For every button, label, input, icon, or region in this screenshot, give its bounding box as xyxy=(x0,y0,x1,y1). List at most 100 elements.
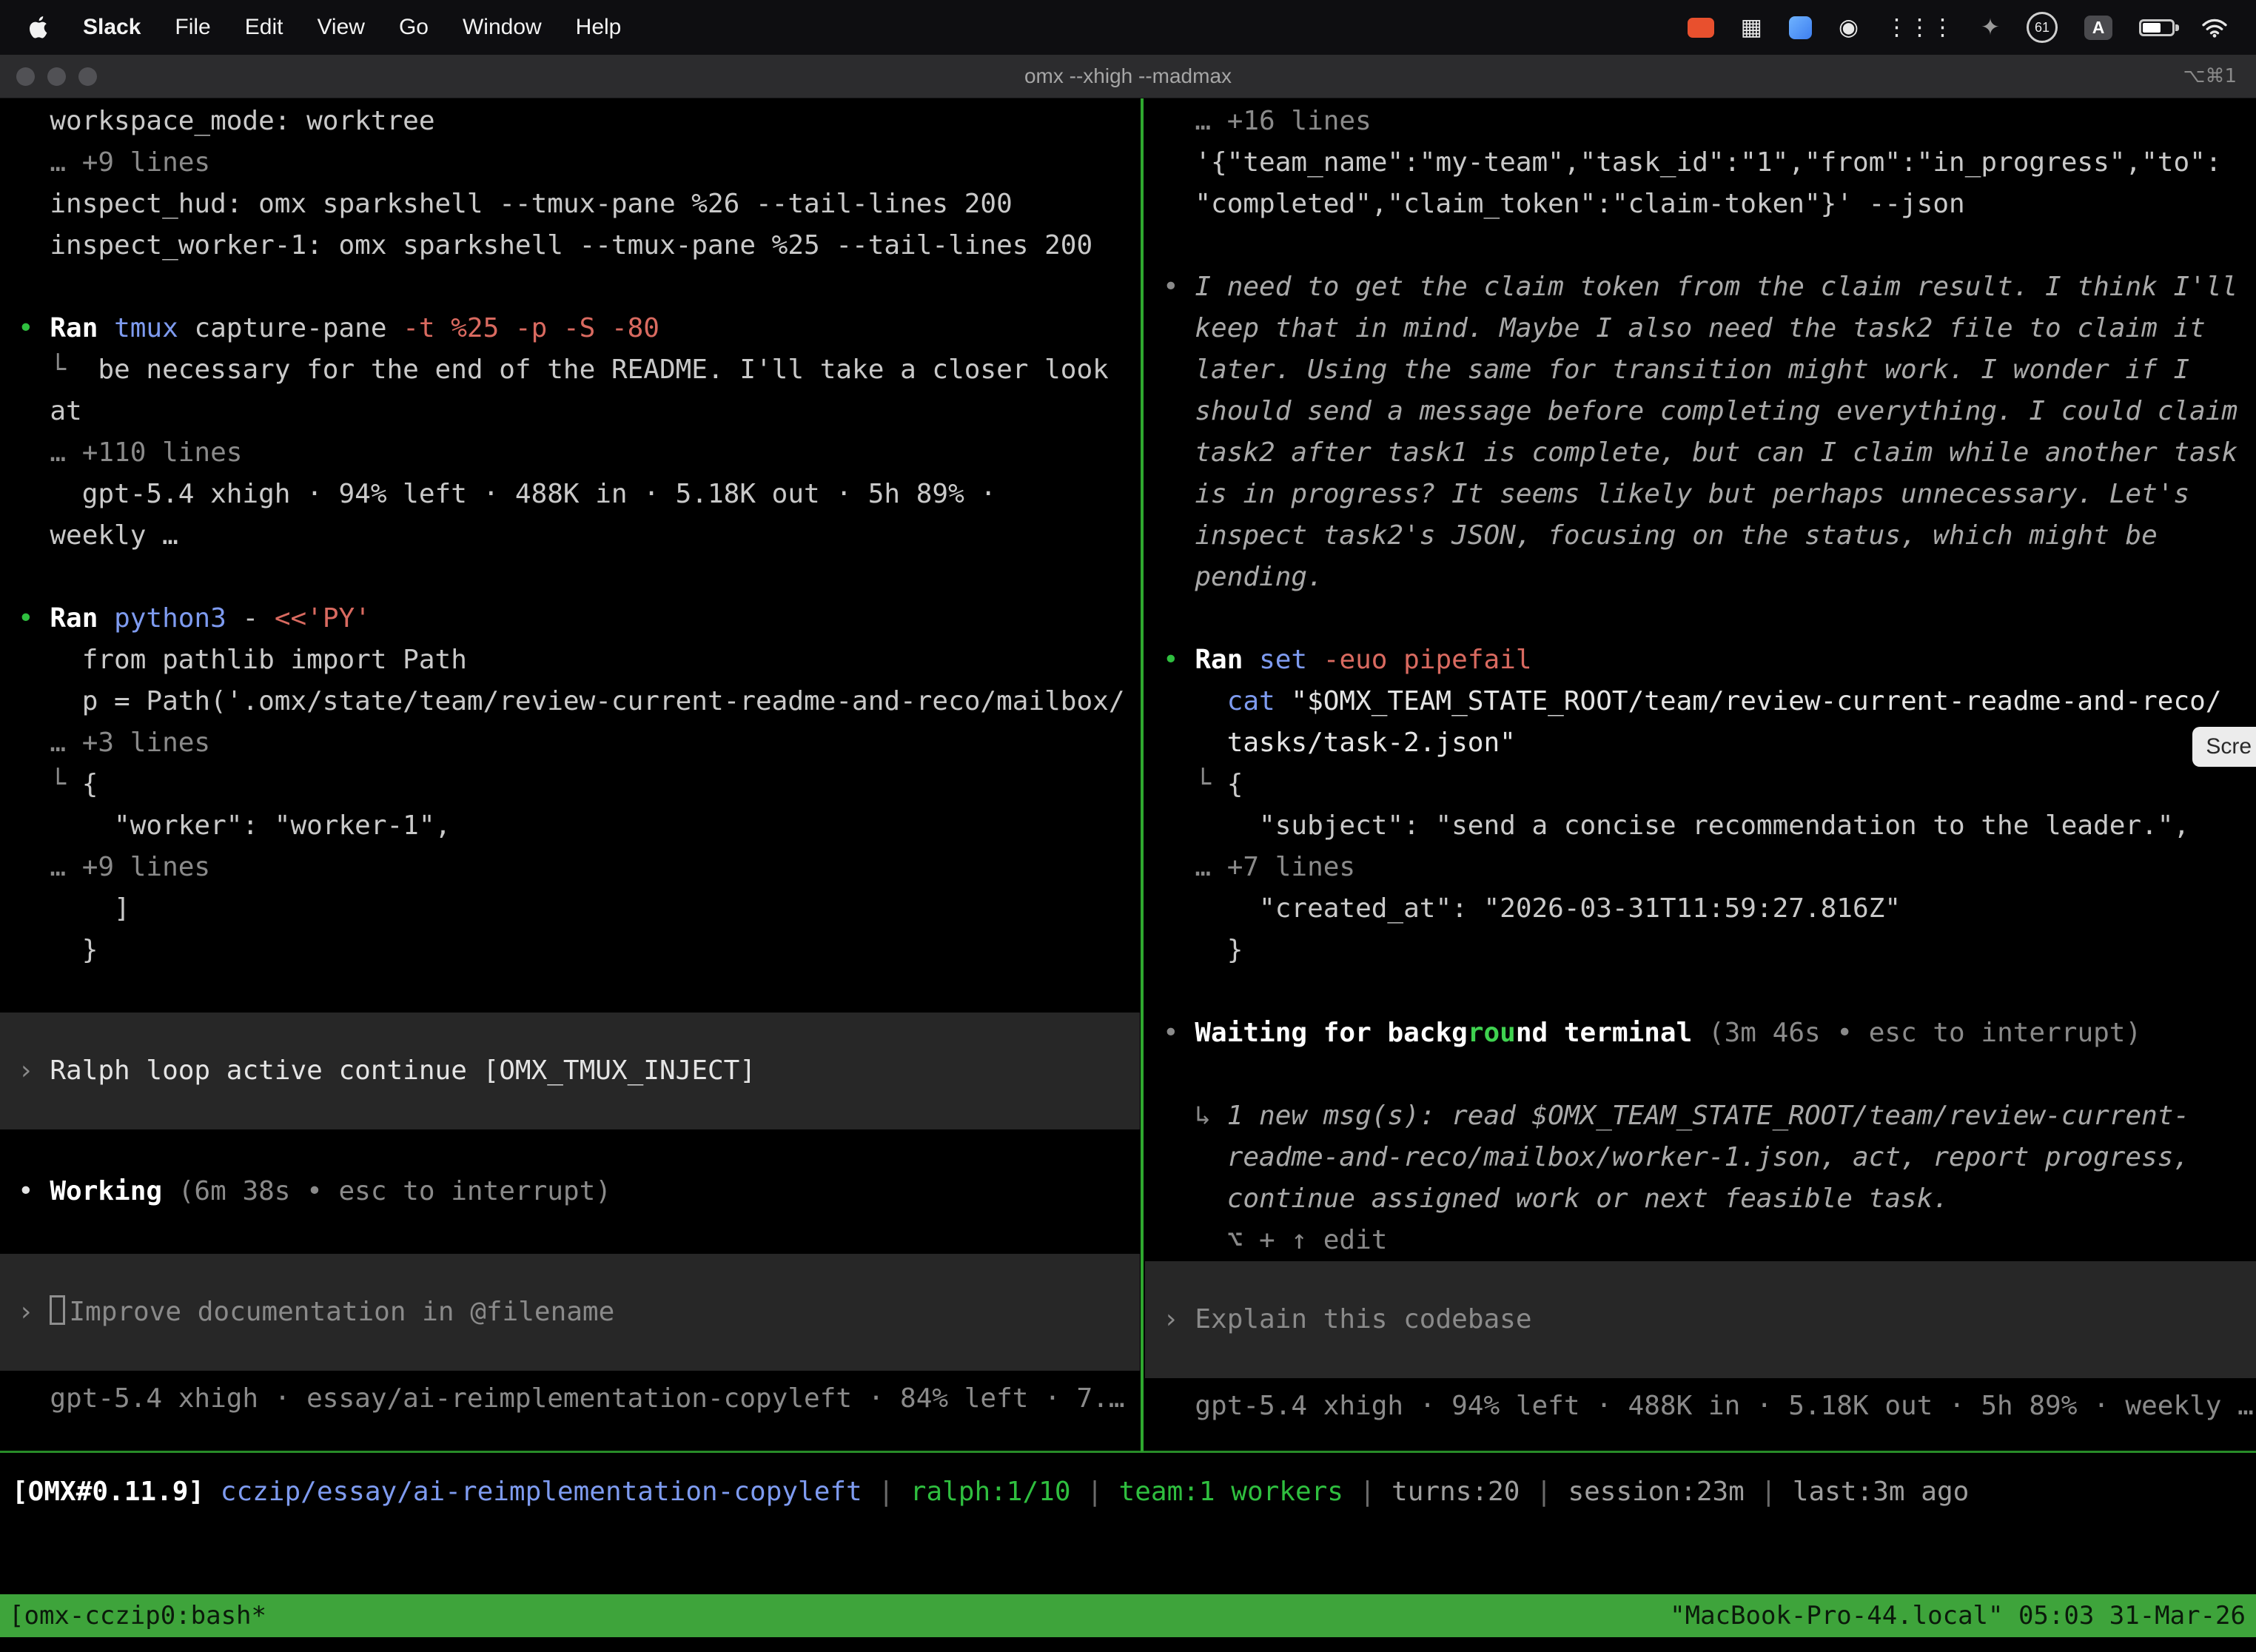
traffic-lights xyxy=(0,67,97,86)
battery-icon[interactable] xyxy=(2139,19,2175,36)
command-line: "completed","claim_token":"claim-token"}… xyxy=(1145,184,2256,225)
elision-line: … +16 lines xyxy=(1145,101,2256,142)
menu-edit[interactable]: Edit xyxy=(245,15,283,40)
pane-footer: gpt-5.4 xhigh · essay/ai-reimplementatio… xyxy=(0,1378,1140,1420)
prompt-input[interactable]: › Explain this codebase xyxy=(1145,1261,2256,1378)
menu-window[interactable]: Window xyxy=(463,15,542,40)
grid-icon[interactable]: ▦ xyxy=(1741,16,1762,39)
band-content: › Improve documentation in @filename xyxy=(0,1292,614,1333)
ralph-loop-input[interactable]: › Ralph loop active continue [OMX_TMUX_I… xyxy=(0,1013,1140,1129)
thinking-line: is in progress? It seems likely but perh… xyxy=(1145,474,2256,515)
thinking-line: pending. xyxy=(1145,557,2256,598)
window-title: omx --xhigh --madmax xyxy=(0,64,2256,88)
mailbox-note: ↳ 1 new msg(s): read $OMX_TEAM_STATE_ROO… xyxy=(1145,1095,2256,1137)
working-status: • Working (6m 38s • esc to interrupt) xyxy=(0,1171,1140,1212)
battery-fill xyxy=(2143,23,2161,33)
result-line: gpt-5.4 xhigh · 94% left · 488K in · 5.1… xyxy=(0,474,1140,515)
blank-line xyxy=(1145,598,2256,639)
edit-hint: ⌥ + ↑ edit xyxy=(1145,1220,2256,1261)
code-line: from pathlib import Path xyxy=(0,639,1140,681)
mailbox-note: readme-and-reco/mailbox/worker-1.json, a… xyxy=(1145,1137,2256,1178)
blank-line xyxy=(1145,1054,2256,1095)
pane-footer: gpt-5.4 xhigh · 94% left · 488K in · 5.1… xyxy=(1145,1386,2256,1427)
tmux-session-label: [omx-cczip0:bash* xyxy=(0,1601,266,1631)
blank-line xyxy=(0,1129,1140,1171)
zoom-button[interactable] xyxy=(78,67,97,86)
result-line: ] xyxy=(0,888,1140,930)
menu-extra-icon[interactable]: ✦ xyxy=(1981,16,2000,39)
blank-line xyxy=(0,266,1140,308)
right-pane[interactable]: … +16 lines '{"team_name":"my-team","tas… xyxy=(1145,101,2256,1449)
menu-go[interactable]: Go xyxy=(399,15,429,40)
elision-line: … +9 lines xyxy=(0,142,1140,184)
config-line: inspect_worker-1: omx sparkshell --tmux-… xyxy=(0,225,1140,266)
config-line: inspect_hud: omx sparkshell --tmux-pane … xyxy=(0,184,1140,225)
status-icons: ▦ ◉ ⋮⋮⋮ ✦ 61 A xyxy=(1688,12,2256,43)
left-pane[interactable]: workspace_mode: worktree … +9 lines insp… xyxy=(0,101,1140,1449)
battery-percent-icon[interactable]: 61 xyxy=(2027,12,2058,43)
result-line: at xyxy=(0,391,1140,432)
raycast-icon[interactable] xyxy=(1789,16,1812,39)
tooltip: Scre xyxy=(2192,727,2256,767)
blank-line xyxy=(1145,971,2256,1013)
command-line: '{"team_name":"my-team","task_id":"1","f… xyxy=(1145,142,2256,184)
thinking-line: • I need to get the claim token from the… xyxy=(1145,266,2256,308)
code-line: p = Path('.omx/state/team/review-current… xyxy=(0,681,1140,722)
result-line: └ { xyxy=(1145,764,2256,805)
ran-command: • Ran set -euo pipefail xyxy=(1145,639,2256,681)
prompt-input[interactable]: › Improve documentation in @filename xyxy=(0,1254,1140,1371)
waiting-status: • Waiting for background terminal (3m 46… xyxy=(1145,1013,2256,1054)
thinking-line: later. Using the same for transition mig… xyxy=(1145,349,2256,391)
config-line: workspace_mode: worktree xyxy=(0,101,1140,142)
blank-line xyxy=(0,971,1140,1013)
wifi-icon[interactable] xyxy=(2201,18,2228,38)
minimize-button[interactable] xyxy=(47,67,66,86)
thinking-line: keep that in mind. Maybe I also need the… xyxy=(1145,308,2256,349)
terminal-window: workspace_mode: worktree … +9 lines insp… xyxy=(0,98,2256,1652)
result-line: } xyxy=(0,930,1140,971)
blank-line xyxy=(1145,225,2256,266)
band-content: › Explain this codebase xyxy=(1145,1299,1532,1340)
elision-line: … +3 lines xyxy=(0,722,1140,764)
code-line: cat "$OMX_TEAM_STATE_ROOT/team/review-cu… xyxy=(1145,681,2256,722)
screen-recording-indicator[interactable] xyxy=(1688,18,1714,38)
active-app-name[interactable]: Slack xyxy=(83,15,141,40)
menu-file[interactable]: File xyxy=(175,15,210,40)
dots-grid-icon[interactable]: ⋮⋮⋮ xyxy=(1885,16,1954,39)
blank-line xyxy=(0,1212,1140,1254)
omx-status-line: [OMX#0.11.9] cczip/essay/ai-reimplementa… xyxy=(12,1471,1969,1513)
hud-divider xyxy=(0,1451,2256,1453)
blank-line xyxy=(0,557,1140,598)
result-line: weekly … xyxy=(0,515,1140,557)
pane-divider[interactable] xyxy=(1141,98,1144,1452)
elision-line: … +110 lines xyxy=(0,432,1140,474)
close-button[interactable] xyxy=(16,67,35,86)
thinking-line: inspect task2's JSON, focusing on the st… xyxy=(1145,515,2256,557)
elision-line: … +9 lines xyxy=(0,847,1140,888)
result-line: "worker": "worker-1", xyxy=(0,805,1140,847)
thinking-line: task2 after task1 is complete, but can I… xyxy=(1145,432,2256,474)
result-line: "subject": "send a concise recommendatio… xyxy=(1145,805,2256,847)
tmux-status-bar: [omx-cczip0:bash* "MacBook-Pro-44.local"… xyxy=(0,1594,2256,1637)
window-titlebar: omx --xhigh --madmax ⌥⌘1 xyxy=(0,55,2256,98)
menu-view[interactable]: View xyxy=(317,15,364,40)
band-content: › Ralph loop active continue [OMX_TMUX_I… xyxy=(0,1050,756,1092)
result-line: "created_at": "2026-03-31T11:59:27.816Z" xyxy=(1145,888,2256,930)
apple-menu-icon[interactable] xyxy=(30,16,49,38)
ran-command: • Ran python3 - <<'PY' xyxy=(0,598,1140,639)
ran-command: • Ran tmux capture-pane -t %25 -p -S -80 xyxy=(0,308,1140,349)
result-line: } xyxy=(1145,930,2256,971)
code-line: tasks/task-2.json" xyxy=(1145,722,2256,764)
result-line: └ be necessary for the end of the README… xyxy=(0,349,1140,391)
tmux-host-clock: "MacBook-Pro-44.local" 05:03 31-Mar-26 xyxy=(1670,1601,2256,1631)
window-shortcut-hint: ⌥⌘1 xyxy=(2183,65,2256,87)
menubar-left: Slack File Edit View Go Window Help xyxy=(0,15,621,40)
menu-help[interactable]: Help xyxy=(576,15,622,40)
result-line: └ { xyxy=(0,764,1140,805)
input-source-icon[interactable]: A xyxy=(2084,16,2112,40)
mailbox-note: continue assigned work or next feasible … xyxy=(1145,1178,2256,1220)
elision-line: … +7 lines xyxy=(1145,847,2256,888)
thinking-line: should send a message before completing … xyxy=(1145,391,2256,432)
menubar: Slack File Edit View Go Window Help ▦ ◉ ⋮⋮⋮ ✦ 61 A xyxy=(0,0,2256,55)
app-circle-icon[interactable]: ◉ xyxy=(1839,16,1859,39)
